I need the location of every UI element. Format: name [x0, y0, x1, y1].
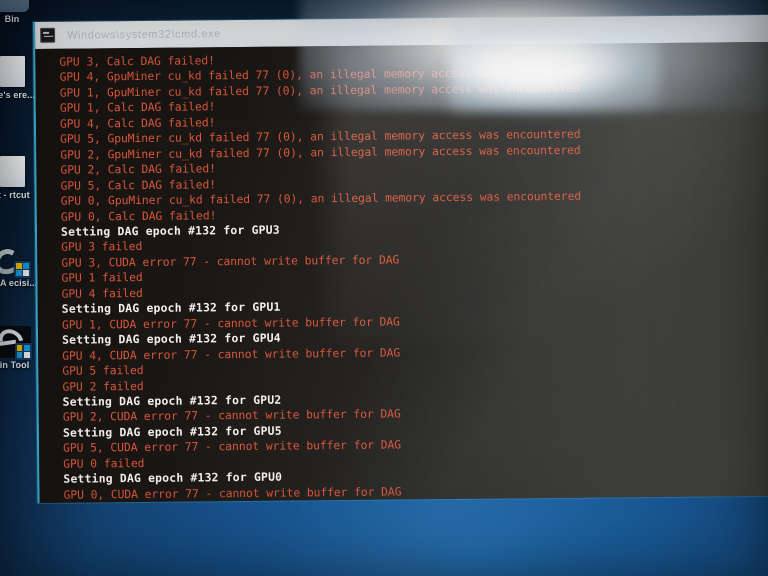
recycle-bin-icon	[0, 0, 29, 12]
monitor-screen: Bin ore's ere... rt - rtcut VGA ecisi...…	[0, 0, 768, 576]
windows-shortcut-badge-icon	[14, 261, 31, 278]
window-title: Windows\system32\cmd.exe	[67, 27, 221, 42]
document-icon	[0, 156, 25, 187]
command-prompt-window[interactable]: Windows\system32\cmd.exe GPU 3, Calc DAG…	[33, 14, 768, 503]
desktop-icon-recycle-bin[interactable]: Bin	[0, 0, 43, 25]
nvidia-eye-icon	[0, 246, 31, 278]
console-icon	[40, 27, 56, 43]
windows-shortcut-badge-icon	[14, 343, 32, 360]
document-icon	[0, 56, 25, 87]
skin-tool-icon	[0, 324, 32, 360]
terminal-output[interactable]: GPU 3, Calc DAG failed! GPU 4, GpuMiner c…	[35, 41, 768, 503]
